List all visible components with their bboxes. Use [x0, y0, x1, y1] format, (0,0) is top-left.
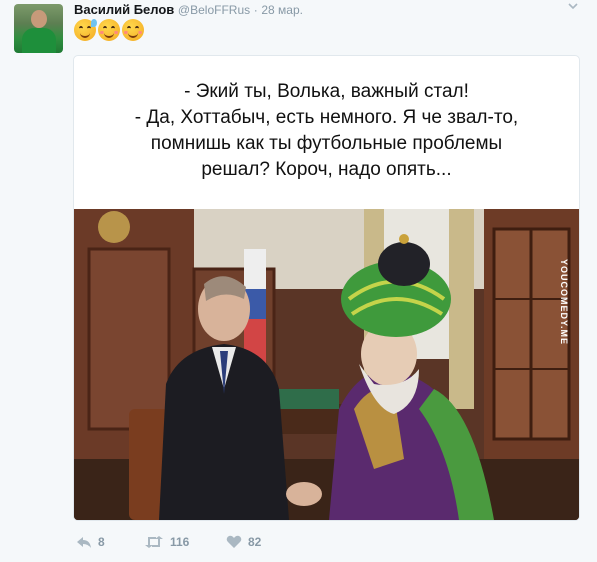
user-handle[interactable]: @BeloFFRus [178, 3, 250, 17]
meme-photo[interactable]: YOUCOMEDY.ME [74, 209, 579, 520]
photo-illustration [74, 209, 579, 520]
like-count: 82 [248, 535, 262, 549]
emoji-mouth [80, 31, 90, 38]
separator: · [253, 3, 258, 17]
sweat-drop [91, 19, 97, 27]
avatar-body [22, 28, 56, 53]
caption-line: - Да, Хоттабыч, есть немного. Я че звал-… [134, 107, 519, 128]
tweet-text [74, 19, 144, 43]
reply-icon [76, 535, 92, 549]
caption-line: помнишь как ты футбольные проблемы [150, 133, 503, 154]
caption-line: - Экий ты, Волька, важный стал! [184, 81, 469, 102]
tweet-actions: 8 116 82 [76, 532, 261, 552]
emoji-blush [124, 31, 142, 34]
avatar[interactable] [14, 4, 63, 53]
heart-icon [226, 535, 242, 549]
reply-count: 8 [98, 535, 105, 549]
retweet-icon [144, 535, 164, 549]
chevron-down-icon[interactable] [565, 0, 581, 16]
avatar-head [31, 10, 47, 28]
like-button[interactable]: 82 [226, 535, 261, 549]
smiling-blush-emoji [122, 19, 144, 41]
media-card[interactable]: - Экий ты, Волька, важный стал! - Да, Хо… [73, 55, 580, 521]
user-name[interactable]: Василий Белов [74, 2, 174, 17]
tweet: Василий Белов @BeloFFRus · 28 мар. - Эки… [0, 0, 597, 562]
retweet-count: 116 [170, 535, 190, 549]
tweet-header: Василий Белов @BeloFFRus · 28 мар. [74, 2, 303, 18]
reply-button[interactable]: 8 [76, 535, 144, 549]
tweet-date[interactable]: 28 мар. [261, 3, 303, 17]
sweat-smile-emoji [74, 19, 97, 41]
meme-caption: - Экий ты, Волька, важный стал! - Да, Хо… [74, 79, 579, 183]
retweet-button[interactable]: 116 [144, 535, 226, 549]
chevron-down-icon-svg [568, 3, 578, 10]
smiling-blush-emoji [98, 19, 120, 41]
caption-line: решал? Короч, надо опять... [201, 159, 452, 180]
watermark: YOUCOMEDY.ME [559, 259, 569, 346]
emoji-blush [100, 31, 118, 34]
